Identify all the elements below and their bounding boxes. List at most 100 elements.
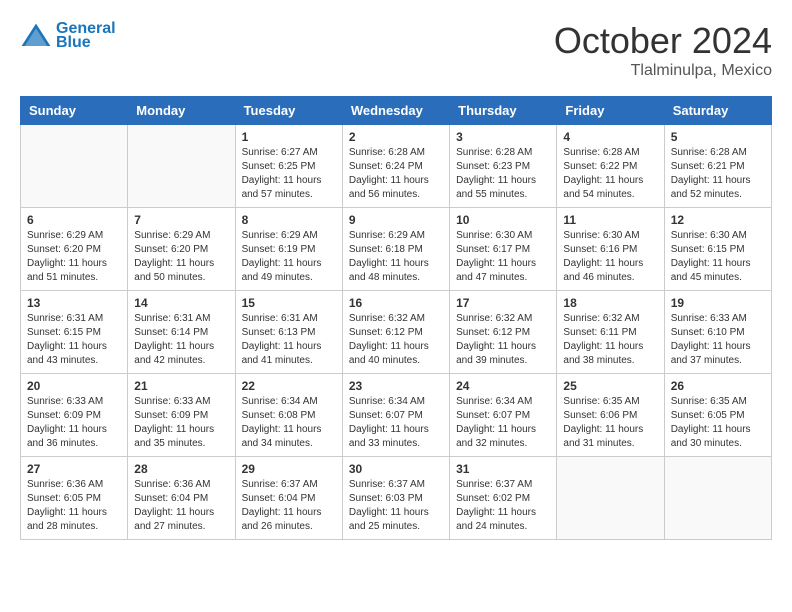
day-cell: 9 Sunrise: 6:29 AMSunset: 6:18 PMDaylight… xyxy=(342,208,449,291)
day-cell: 24 Sunrise: 6:34 AMSunset: 6:07 PMDayligh… xyxy=(450,374,557,457)
day-number: 23 xyxy=(349,379,443,393)
day-cell: 14 Sunrise: 6:31 AMSunset: 6:14 PMDayligh… xyxy=(128,291,235,374)
day-info: Sunrise: 6:31 AMSunset: 6:14 PMDaylight:… xyxy=(134,312,228,368)
day-cell: 11 Sunrise: 6:30 AMSunset: 6:16 PMDayligh… xyxy=(557,208,664,291)
day-number: 3 xyxy=(456,130,550,144)
day-info: Sunrise: 6:34 AMSunset: 6:07 PMDaylight:… xyxy=(456,395,550,451)
day-number: 27 xyxy=(27,462,121,476)
day-number: 5 xyxy=(671,130,765,144)
day-cell: 31Sunrise: 6:37 AMSunset: 6:02 PMDayligh… xyxy=(450,457,557,540)
day-cell: 30 Sunrise: 6:37 AMSunset: 6:03 PMDayligh… xyxy=(342,457,449,540)
day-number: 17 xyxy=(456,296,550,310)
day-cell: 28Sunrise: 6:36 AMSunset: 6:04 PMDayligh… xyxy=(128,457,235,540)
day-cell: 22 Sunrise: 6:34 AMSunset: 6:08 PMDayligh… xyxy=(235,374,342,457)
day-cell: 16 Sunrise: 6:32 AMSunset: 6:12 PMDayligh… xyxy=(342,291,449,374)
day-number: 22 xyxy=(242,379,336,393)
day-info: Sunrise: 6:32 AMSunset: 6:12 PMDaylight:… xyxy=(456,312,550,368)
day-info: Sunrise: 6:33 AMSunset: 6:10 PMDaylight:… xyxy=(671,312,765,368)
day-cell: 6Sunrise: 6:29 AMSunset: 6:20 PMDaylight… xyxy=(21,208,128,291)
day-cell: 21 Sunrise: 6:33 AMSunset: 6:09 PMDayligh… xyxy=(128,374,235,457)
day-number: 28 xyxy=(134,462,228,476)
day-info: Sunrise: 6:34 AMSunset: 6:07 PMDaylight:… xyxy=(349,395,443,451)
day-cell: 17 Sunrise: 6:32 AMSunset: 6:12 PMDayligh… xyxy=(450,291,557,374)
day-cell: 4 Sunrise: 6:28 AMSunset: 6:22 PMDaylight… xyxy=(557,125,664,208)
day-info: Sunrise: 6:36 AMSunset: 6:05 PMDaylight:… xyxy=(27,478,121,534)
weekday-header-saturday: Saturday xyxy=(664,97,771,125)
day-info: Sunrise: 6:29 AMSunset: 6:19 PMDaylight:… xyxy=(242,229,336,285)
day-cell: 13Sunrise: 6:31 AMSunset: 6:15 PMDayligh… xyxy=(21,291,128,374)
day-cell: 10 Sunrise: 6:30 AMSunset: 6:17 PMDayligh… xyxy=(450,208,557,291)
day-number: 15 xyxy=(242,296,336,310)
page-header: General Blue October 2024 Tlalminulpa, M… xyxy=(20,20,772,80)
day-info: Sunrise: 6:37 AMSunset: 6:03 PMDaylight:… xyxy=(349,478,443,534)
day-info: Sunrise: 6:33 AMSunset: 6:09 PMDaylight:… xyxy=(27,395,121,451)
day-info: Sunrise: 6:29 AMSunset: 6:20 PMDaylight:… xyxy=(134,229,228,285)
month-title: October 2024 xyxy=(554,20,772,62)
day-number: 16 xyxy=(349,296,443,310)
day-cell xyxy=(21,125,128,208)
week-row-5: 27 Sunrise: 6:36 AMSunset: 6:05 PMDayligh… xyxy=(21,457,772,540)
day-number: 18 xyxy=(563,296,657,310)
day-info: Sunrise: 6:35 AMSunset: 6:05 PMDaylight:… xyxy=(671,395,765,451)
location: Tlalminulpa, Mexico xyxy=(554,62,772,80)
day-info: Sunrise: 6:28 AMSunset: 6:21 PMDaylight:… xyxy=(671,146,765,202)
day-number: 24 xyxy=(456,379,550,393)
day-number: 9 xyxy=(349,213,443,227)
day-number: 21 xyxy=(134,379,228,393)
day-info: Sunrise: 6:28 AMSunset: 6:22 PMDaylight:… xyxy=(563,146,657,202)
day-cell: 15Sunrise: 6:31 AMSunset: 6:13 PMDayligh… xyxy=(235,291,342,374)
day-info: Sunrise: 6:35 AMSunset: 6:06 PMDaylight:… xyxy=(563,395,657,451)
logo-text: General Blue xyxy=(56,20,116,52)
logo-icon xyxy=(20,22,52,50)
day-cell: 27 Sunrise: 6:36 AMSunset: 6:05 PMDayligh… xyxy=(21,457,128,540)
day-cell: 3Sunrise: 6:28 AMSunset: 6:23 PMDaylight… xyxy=(450,125,557,208)
logo: General Blue xyxy=(20,20,116,52)
day-cell: 25Sunrise: 6:35 AMSunset: 6:06 PMDayligh… xyxy=(557,374,664,457)
weekday-header-monday: Monday xyxy=(128,97,235,125)
day-cell: 23 Sunrise: 6:34 AMSunset: 6:07 PMDayligh… xyxy=(342,374,449,457)
day-cell xyxy=(557,457,664,540)
day-info: Sunrise: 6:33 AMSunset: 6:09 PMDaylight:… xyxy=(134,395,228,451)
day-info: Sunrise: 6:31 AMSunset: 6:15 PMDaylight:… xyxy=(27,312,121,368)
day-number: 12 xyxy=(671,213,765,227)
day-info: Sunrise: 6:29 AMSunset: 6:18 PMDaylight:… xyxy=(349,229,443,285)
day-number: 20 xyxy=(27,379,121,393)
day-number: 2 xyxy=(349,130,443,144)
day-info: Sunrise: 6:30 AMSunset: 6:16 PMDaylight:… xyxy=(563,229,657,285)
weekday-header-tuesday: Tuesday xyxy=(235,97,342,125)
day-info: Sunrise: 6:34 AMSunset: 6:08 PMDaylight:… xyxy=(242,395,336,451)
day-number: 14 xyxy=(134,296,228,310)
day-number: 11 xyxy=(563,213,657,227)
day-number: 30 xyxy=(349,462,443,476)
day-cell: 20 Sunrise: 6:33 AMSunset: 6:09 PMDayligh… xyxy=(21,374,128,457)
weekday-header-sunday: Sunday xyxy=(21,97,128,125)
day-number: 10 xyxy=(456,213,550,227)
weekday-header-wednesday: Wednesday xyxy=(342,97,449,125)
day-number: 1 xyxy=(242,130,336,144)
day-info: Sunrise: 6:32 AMSunset: 6:12 PMDaylight:… xyxy=(349,312,443,368)
day-number: 4 xyxy=(563,130,657,144)
day-cell xyxy=(664,457,771,540)
day-number: 26 xyxy=(671,379,765,393)
week-row-1: 1 Sunrise: 6:27 AMSunset: 6:25 PMDaylight… xyxy=(21,125,772,208)
day-cell: 29Sunrise: 6:37 AMSunset: 6:04 PMDayligh… xyxy=(235,457,342,540)
day-cell: 8Sunrise: 6:29 AMSunset: 6:19 PMDaylight… xyxy=(235,208,342,291)
title-block: October 2024 Tlalminulpa, Mexico xyxy=(554,20,772,80)
day-info: Sunrise: 6:30 AMSunset: 6:15 PMDaylight:… xyxy=(671,229,765,285)
day-cell: 19Sunrise: 6:33 AMSunset: 6:10 PMDayligh… xyxy=(664,291,771,374)
day-info: Sunrise: 6:30 AMSunset: 6:17 PMDaylight:… xyxy=(456,229,550,285)
day-info: Sunrise: 6:37 AMSunset: 6:04 PMDaylight:… xyxy=(242,478,336,534)
day-cell xyxy=(128,125,235,208)
week-row-3: 13Sunrise: 6:31 AMSunset: 6:15 PMDayligh… xyxy=(21,291,772,374)
week-row-2: 6 Sunrise: 6:29 AMSunset: 6:20 PMDaylight… xyxy=(21,208,772,291)
day-cell: 5 Sunrise: 6:28 AMSunset: 6:21 PMDaylight… xyxy=(664,125,771,208)
day-cell: 26 Sunrise: 6:35 AMSunset: 6:05 PMDayligh… xyxy=(664,374,771,457)
day-cell: 2Sunrise: 6:28 AMSunset: 6:24 PMDaylight… xyxy=(342,125,449,208)
week-row-4: 20 Sunrise: 6:33 AMSunset: 6:09 PMDayligh… xyxy=(21,374,772,457)
day-info: Sunrise: 6:27 AMSunset: 6:25 PMDaylight:… xyxy=(242,146,336,202)
day-cell: 12 Sunrise: 6:30 AMSunset: 6:15 PMDayligh… xyxy=(664,208,771,291)
day-number: 6 xyxy=(27,213,121,227)
day-cell: 7Sunrise: 6:29 AMSunset: 6:20 PMDaylight… xyxy=(128,208,235,291)
weekday-header-row: SundayMondayTuesdayWednesdayThursdayFrid… xyxy=(21,97,772,125)
calendar-table: SundayMondayTuesdayWednesdayThursdayFrid… xyxy=(20,96,772,540)
